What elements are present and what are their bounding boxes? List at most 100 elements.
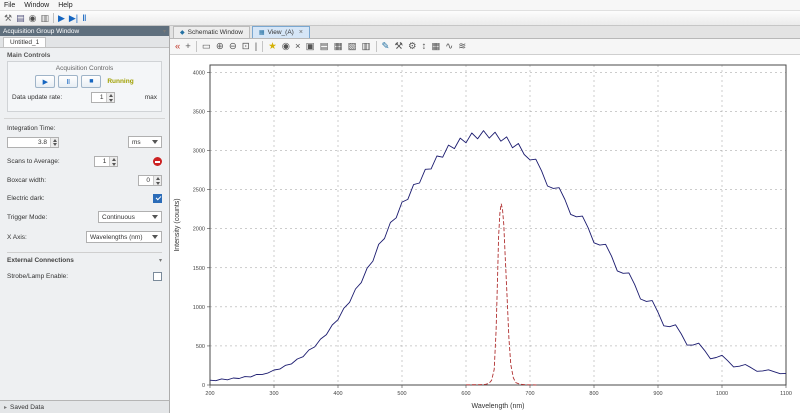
panel-collapse-icon[interactable]: ▾ [163, 28, 166, 35]
menu-file[interactable]: File [4, 2, 15, 9]
boxcar-width-label: Boxcar width: [7, 177, 47, 184]
print-chart-icon[interactable]: ▥ [362, 42, 371, 52]
chevron-right-icon: ▸ [4, 404, 8, 411]
tab-schematic-label: Schematic Window [187, 29, 243, 36]
boxcar-width-row: Boxcar width: 0 [7, 175, 162, 186]
spinner-down-icon[interactable] [51, 142, 58, 147]
scans-to-average-row: Scans to Average: 1 [7, 156, 162, 167]
panel-title: Acquisition Group Window [3, 27, 80, 35]
panel-body: Main Controls Acquisition Controls ▶ Ⅱ ■… [0, 48, 169, 291]
tab-spectrum-view-label: View_(A) [267, 29, 294, 36]
tab-untitled[interactable]: Untitled_1 [3, 37, 47, 47]
stop-icon: ■ [89, 78, 94, 85]
svg-text:1000: 1000 [193, 305, 205, 311]
boxcar-width-stepper[interactable]: 0 [138, 175, 162, 186]
highlight-icon[interactable]: ★ [268, 42, 277, 52]
play-icon[interactable]: ▶ [58, 13, 65, 23]
snapshot-icon[interactable]: ◉ [282, 42, 290, 52]
play-pause-icon[interactable]: ▶| [69, 13, 78, 23]
config-icon[interactable]: ⚙ [408, 42, 417, 52]
x-axis-label: X Axis: [7, 233, 27, 241]
annotate-icon[interactable]: ✎ [382, 42, 390, 52]
menu-help[interactable]: Help [58, 2, 72, 9]
data-update-rate-stepper[interactable]: 1 [91, 92, 116, 103]
zoom-out-icon[interactable]: ⊖ [229, 42, 237, 52]
zoom-in-icon[interactable]: ⊕ [216, 42, 224, 52]
saved-data-panel-header[interactable]: ▸ Saved Data [0, 400, 170, 413]
data-update-rate-max-label: max [144, 94, 157, 101]
tools-icon[interactable]: ⚒ [395, 42, 404, 52]
menu-window[interactable]: Window [24, 2, 49, 9]
tools-icon[interactable]: ⚒ [4, 13, 12, 23]
toolbar-separator [375, 41, 377, 52]
running-status-label: Running [107, 78, 134, 85]
strobe-lamp-checkbox[interactable] [153, 272, 162, 281]
pause-icon: Ⅱ [66, 78, 71, 86]
reference-peak-series [465, 203, 537, 386]
svg-text:500: 500 [196, 344, 205, 350]
integration-time-value: 3.8 [37, 138, 47, 146]
data-update-rate-value: 1 [99, 94, 104, 101]
svg-text:500: 500 [397, 391, 406, 397]
pan-icon[interactable]: + [185, 42, 191, 52]
save-spectrum-icon[interactable]: ▦ [334, 42, 343, 52]
external-connections-label: External Connections [7, 257, 74, 264]
play-icon: ▶ [42, 78, 48, 86]
pause-icon[interactable]: Ⅱ [82, 13, 86, 23]
external-connections-header[interactable]: External Connections ▾ [7, 252, 162, 264]
trigger-mode-select[interactable]: Continuous [98, 211, 162, 223]
save-icon[interactable]: ▤ [16, 13, 25, 23]
data-update-rate-label: Data update rate: [12, 94, 63, 101]
integration-time-stepper[interactable]: 3.8 [7, 136, 59, 148]
print-icon[interactable]: ▥ [40, 13, 49, 23]
spectrum-chart[interactable]: 200 300 400 500 600 700 800 900 1000 1100 0 500 1000… [170, 55, 800, 413]
spinner-buttons [153, 176, 161, 185]
menu-bar: File Window Help [0, 0, 800, 11]
stop-button[interactable]: ■ [81, 75, 102, 88]
page-back-icon[interactable]: « [175, 42, 180, 52]
cursor-line-icon[interactable]: | [255, 42, 257, 52]
panel-title-bar[interactable]: Acquisition Group Window ▾ [0, 26, 169, 36]
autoscale-icon[interactable]: ↕ [422, 42, 427, 52]
play-button[interactable]: ▶ [35, 75, 56, 88]
divider [4, 118, 165, 119]
tab-spectrum-view[interactable]: ▦ View_(A) × [251, 26, 310, 38]
zoom-window-icon[interactable]: ▭ [202, 42, 211, 52]
spinner-down-icon[interactable] [154, 180, 161, 185]
svg-text:2500: 2500 [193, 188, 205, 194]
toolbar-separator [52, 13, 54, 23]
svg-text:1100: 1100 [780, 391, 792, 397]
trigger-mode-label: Trigger Mode: [7, 213, 48, 221]
scans-to-average-stepper[interactable]: 1 [94, 156, 119, 167]
copy-icon[interactable]: ▣ [306, 42, 315, 52]
chart-icon: ▦ [258, 30, 265, 36]
x-axis-select[interactable]: Wavelengths (nm) [86, 231, 162, 243]
document-area: ◆ Schematic Window ▦ View_(A) × « + ▭ ⊕ ⊖ ⊡ | ★… [170, 26, 800, 413]
svg-text:3000: 3000 [193, 149, 205, 155]
spinner-buttons [109, 157, 118, 166]
integration-time-row: 3.8 ms [7, 136, 162, 148]
pause-button[interactable]: Ⅱ [58, 75, 79, 88]
spinner-down-icon[interactable] [107, 97, 115, 102]
panel-tab-row: Untitled_1 [0, 36, 169, 48]
table-view-icon[interactable]: ▦ [431, 42, 440, 52]
toolbar-separator [195, 41, 197, 52]
tab-schematic-window[interactable]: ◆ Schematic Window [173, 26, 250, 38]
plot-border [209, 64, 787, 386]
overlay-icon[interactable]: ≋ [458, 42, 466, 52]
camera-icon[interactable]: ◉ [29, 13, 37, 23]
zoom-extents-icon[interactable]: ⊡ [242, 42, 250, 52]
acquisition-group-panel: Acquisition Group Window ▾ Untitled_1 Ma… [0, 26, 170, 400]
spinner-down-icon[interactable] [110, 161, 118, 166]
x-axis-value: Wavelengths (nm) [90, 233, 143, 241]
close-icon[interactable]: × [299, 29, 303, 36]
export-icon[interactable]: ▧ [348, 42, 357, 52]
delete-icon[interactable]: × [295, 42, 301, 52]
peak-finding-icon[interactable]: ∿ [445, 42, 453, 52]
electric-dark-checkbox[interactable] [153, 194, 162, 203]
svg-text:2000: 2000 [193, 227, 205, 233]
integration-time-unit-select[interactable]: ms [128, 136, 162, 148]
boxcar-width-value: 0 [146, 177, 150, 184]
x-axis-title: Wavelength (nm) [471, 403, 524, 410]
paste-icon[interactable]: ▤ [320, 42, 329, 52]
